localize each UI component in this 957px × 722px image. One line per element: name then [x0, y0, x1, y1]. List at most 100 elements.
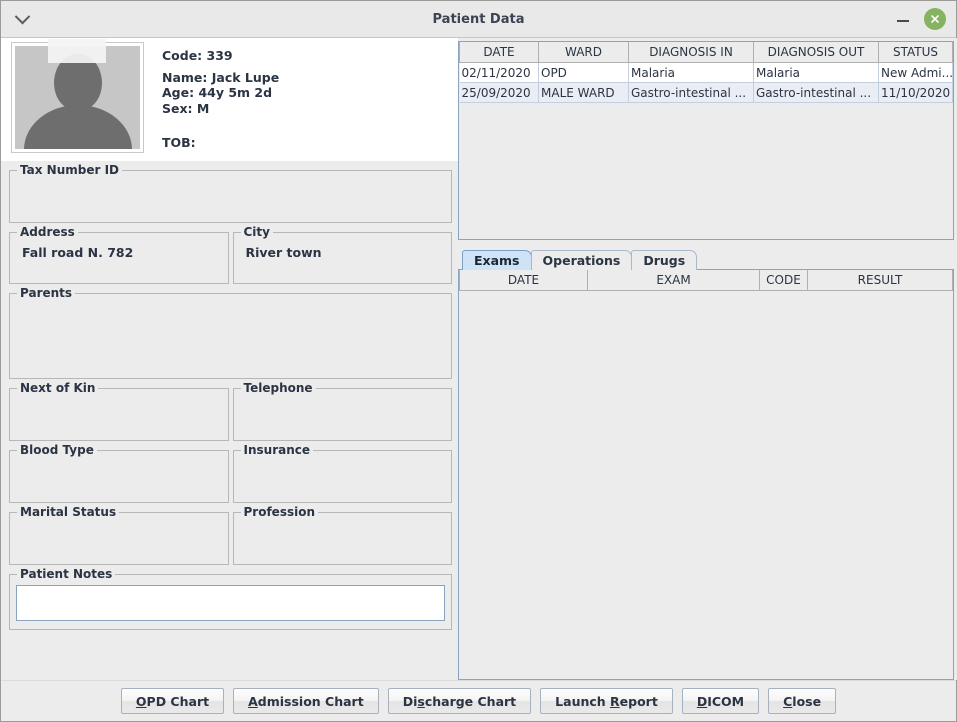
cell-ward: MALE WARD — [538, 82, 629, 103]
patient-summary: Code: 339 Name: Jack Lupe Age: 44y 5m 2d… — [1, 38, 458, 161]
column-header-diagnosis-out[interactable]: DIAGNOSIS OUT — [753, 42, 879, 63]
patient-details-pane: Code: 339 Name: Jack Lupe Age: 44y 5m 2d… — [1, 38, 458, 680]
cell-status: 11/10/2020 — [878, 82, 953, 103]
patient-data-window: Patient Data Code: 339 Name: Jack Lupe A… — [0, 0, 957, 722]
dicom-button[interactable]: DICOM — [681, 688, 760, 714]
row-kin-telephone: Next of Kin Telephone — [9, 381, 452, 441]
cell-diagnosis-out: Gastro-intestinal ... — [753, 82, 879, 103]
photo-overlay-tag — [48, 39, 106, 63]
cell-date: 02/11/2020 — [459, 62, 539, 83]
field-label-profession: Profession — [240, 505, 319, 519]
tab-label-exams: Exams — [474, 253, 520, 268]
records-tabs-section: Exams Operations Drugs DATE EXAM CODE RE… — [458, 249, 954, 680]
window-title: Patient Data — [432, 11, 525, 27]
patient-name: Name: Jack Lupe — [162, 69, 280, 85]
patient-tob: TOB: — [162, 135, 196, 150]
tab-operations[interactable]: Operations — [530, 250, 633, 270]
exams-table[interactable]: DATE EXAM CODE RESULT — [459, 270, 953, 291]
exams-panel: DATE EXAM CODE RESULT — [458, 269, 954, 680]
opd-chart-button[interactable]: OPD Chart — [120, 688, 225, 714]
chevron-down-icon — [14, 8, 30, 24]
column-header-date[interactable]: DATE — [459, 42, 539, 63]
admissions-table-empty-area — [459, 103, 953, 239]
tab-label-operations: Operations — [542, 253, 621, 268]
column-header-ward[interactable]: WARD — [538, 42, 629, 63]
opd-chart-button-label: OPD Chart — [135, 693, 210, 709]
patient-info-block: Code: 339 Name: Jack Lupe Age: 44y 5m 2d… — [144, 42, 279, 161]
field-marital-status[interactable]: Marital Status — [9, 505, 229, 565]
cell-date: 25/09/2020 — [459, 82, 539, 103]
row-blood-insurance: Blood Type Insurance — [9, 443, 452, 503]
column-header-diagnosis-in[interactable]: DIAGNOSIS IN — [628, 42, 754, 63]
field-label-blood-type: Blood Type — [17, 443, 97, 457]
window-menu-button[interactable] — [1, 1, 43, 37]
minimize-button[interactable] — [896, 12, 910, 26]
window-controls — [896, 1, 946, 37]
discharge-chart-button[interactable]: Discharge Chart — [387, 688, 532, 714]
admissions-table[interactable]: DATE WARD DIAGNOSIS IN DIAGNOSIS OUT STA… — [459, 42, 953, 103]
column-header-status[interactable]: STATUS — [878, 42, 953, 63]
field-telephone[interactable]: Telephone — [232, 381, 452, 441]
field-value-parents — [10, 294, 451, 306]
cell-diagnosis-in: Gastro-intestinal ... — [628, 82, 754, 103]
patient-code: Code: 339 — [162, 48, 233, 63]
admission-chart-button-label: Admission Chart — [248, 693, 364, 709]
field-blood-type[interactable]: Blood Type — [9, 443, 229, 503]
cell-diagnosis-in: Malaria — [628, 62, 754, 83]
discharge-chart-button-label: Discharge Chart — [402, 693, 517, 709]
title-bar: Patient Data — [1, 1, 956, 38]
close-action-button[interactable]: Close — [768, 688, 837, 714]
field-label-parents: Parents — [17, 286, 76, 300]
field-label-next-of-kin: Next of Kin — [17, 381, 99, 395]
tab-label-drugs: Drugs — [643, 253, 686, 268]
admissions-panel: DATE WARD DIAGNOSIS IN DIAGNOSIS OUT STA… — [458, 41, 954, 240]
patient-age: Age: 44y 5m 2d — [162, 85, 273, 100]
row-marital-profession: Marital Status Profession — [9, 505, 452, 565]
patient-sex: Sex: M — [162, 100, 210, 116]
field-label-address: Address — [17, 225, 78, 239]
column-header-exam[interactable]: EXAM — [587, 270, 760, 291]
admission-chart-button[interactable]: Admission Chart — [233, 688, 379, 714]
exams-table-empty-area — [459, 291, 953, 679]
records-tabstrip: Exams Operations Drugs — [458, 249, 954, 270]
field-tax-number-id[interactable]: Tax Number ID — [9, 163, 452, 223]
field-label-patient-notes: Patient Notes — [17, 567, 116, 581]
table-row[interactable]: 25/09/2020 MALE WARD Gastro-intestinal .… — [459, 82, 953, 103]
close-button[interactable] — [924, 8, 946, 30]
cell-status: New Admi... — [878, 62, 953, 83]
launch-report-button-label: Launch Report — [555, 693, 658, 709]
field-city[interactable]: City River town — [232, 225, 452, 284]
launch-report-button[interactable]: Launch Report — [540, 688, 673, 714]
column-header-exam-date[interactable]: DATE — [459, 270, 588, 291]
close-action-button-label: Close — [783, 693, 822, 709]
avatar-body-shape — [23, 105, 132, 149]
window-body: Code: 339 Name: Jack Lupe Age: 44y 5m 2d… — [1, 38, 957, 680]
field-label-insurance: Insurance — [240, 443, 314, 457]
field-next-of-kin[interactable]: Next of Kin — [9, 381, 229, 441]
column-header-code[interactable]: CODE — [759, 270, 808, 291]
row-address-city: Address Fall road N. 782 City River town — [9, 225, 452, 284]
tab-drugs[interactable]: Drugs — [631, 250, 698, 270]
patient-form: Tax Number ID Address Fall road N. 782 C… — [1, 161, 458, 680]
patient-photo[interactable] — [11, 39, 144, 153]
field-insurance[interactable]: Insurance — [232, 443, 452, 503]
dicom-button-label: DICOM — [696, 693, 745, 709]
field-profession[interactable]: Profession — [232, 505, 452, 565]
field-label-tax-number-id: Tax Number ID — [17, 163, 122, 177]
action-button-bar: OPD Chart Admission Chart Discharge Char… — [1, 680, 956, 721]
field-label-telephone: Telephone — [240, 381, 316, 395]
field-label-marital-status: Marital Status — [17, 505, 120, 519]
patient-notes-input[interactable] — [16, 585, 445, 621]
cell-ward: OPD — [538, 62, 629, 83]
exams-table-header-row: DATE EXAM CODE RESULT — [459, 270, 953, 291]
column-header-result[interactable]: RESULT — [807, 270, 953, 291]
cell-diagnosis-out: Malaria — [753, 62, 879, 83]
tab-exams[interactable]: Exams — [462, 250, 532, 270]
patient-records-pane: DATE WARD DIAGNOSIS IN DIAGNOSIS OUT STA… — [458, 38, 957, 680]
field-patient-notes: Patient Notes — [9, 567, 452, 630]
field-address[interactable]: Address Fall road N. 782 — [9, 225, 229, 284]
field-parents[interactable]: Parents — [9, 286, 452, 379]
admissions-table-header-row: DATE WARD DIAGNOSIS IN DIAGNOSIS OUT STA… — [459, 42, 953, 63]
field-label-city: City — [240, 225, 273, 239]
table-row[interactable]: 02/11/2020 OPD Malaria Malaria New Admi.… — [459, 62, 953, 83]
